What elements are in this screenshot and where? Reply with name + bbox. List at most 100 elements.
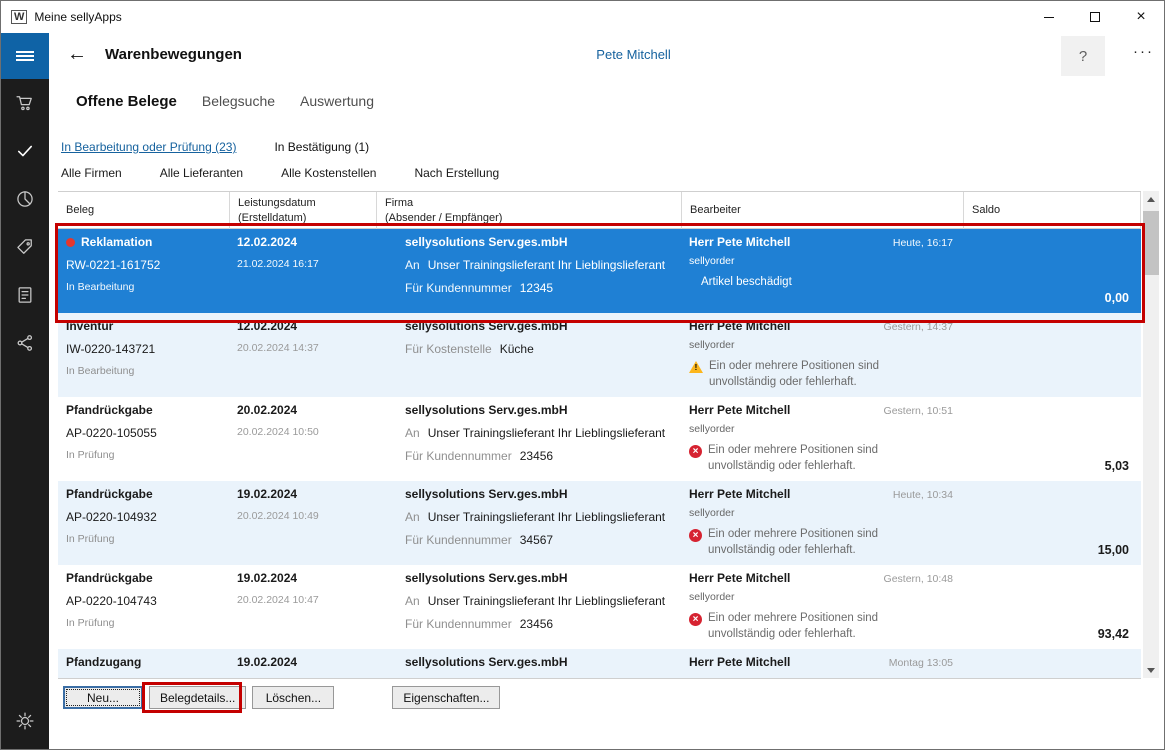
sidebar-item-cart[interactable] (1, 79, 49, 127)
filter-in-bearbeitung-oder-pruefung[interactable]: In Bearbeitung oder Prüfung (23) (61, 140, 236, 154)
service-date: 19.02.2024 (237, 487, 298, 501)
editor-source: sellyorder (689, 591, 735, 603)
company-line-2: An Unser Trainingslieferant Ihr Lieblings… (405, 594, 666, 608)
close-icon: × (1136, 8, 1146, 25)
note-status-icon (689, 529, 702, 542)
tab-belegsuche[interactable]: Belegsuche (202, 93, 275, 109)
filter-nach-erstellung[interactable]: Nach Erstellung (414, 166, 499, 180)
saldo-value: 0,00 (1104, 291, 1129, 305)
row-timestamp: Heute, 10:34 (892, 489, 953, 501)
company-line-3: Für Kundennummer 34567 (405, 533, 554, 547)
column-header-bearbeiter[interactable]: Bearbeiter (681, 192, 963, 230)
created-date: 20.02.2024 10:50 (237, 426, 319, 438)
created-date: 20.02.2024 10:49 (237, 510, 319, 522)
table-body: Reklamation RW-0221-161752 In Bearbeitun… (58, 229, 1141, 678)
column-header-beleg[interactable]: Beleg (58, 192, 229, 230)
created-date: 20.02.2024 10:47 (237, 594, 319, 606)
more-button[interactable]: ··· (1133, 43, 1154, 60)
table-row[interactable]: Inventur IW-0220-143721 In Bearbeitung 1… (58, 313, 1141, 397)
filter-in-bestaetigung[interactable]: In Bestätigung (1) (274, 140, 369, 154)
dropdown-filter-bar: Alle Firmen Alle Lieferanten Alle Kosten… (61, 166, 499, 180)
company-name: sellysolutions Serv.ges.mbH (405, 403, 568, 417)
user-name[interactable]: Pete Mitchell (596, 47, 670, 62)
company-name: sellysolutions Serv.ges.mbH (405, 655, 568, 669)
column-header-saldo[interactable]: Saldo (963, 192, 1141, 230)
column-header-sublabel: (Erstelldatum) (238, 211, 307, 224)
company-line-2: Für Kostenstelle Küche (405, 342, 534, 356)
menu-button[interactable] (1, 33, 49, 79)
company-line-2: An Unser Trainingslieferant Ihr Lieblings… (405, 510, 666, 524)
neu-button[interactable]: Neu... (63, 686, 143, 709)
column-header-leistungsdatum[interactable]: Leistungsdatum (Erstelldatum) (229, 192, 376, 230)
pie-chart-icon (17, 191, 33, 207)
company-name: sellysolutions Serv.ges.mbH (405, 235, 568, 249)
document-number: AP-0220-104743 (66, 594, 157, 608)
tab-auswertung[interactable]: Auswertung (300, 93, 374, 109)
saldo-value: 5,03 (1104, 459, 1129, 473)
sidebar-item-journal[interactable] (1, 271, 49, 319)
table-scrollbar[interactable] (1143, 191, 1159, 678)
company-line-3: Für Kundennummer 23456 (405, 617, 554, 631)
filter-alle-kostenstellen[interactable]: Alle Kostenstellen (281, 166, 376, 180)
titlebar: W Meine sellyApps × (1, 1, 1164, 33)
page-title: Warenbewegungen (105, 46, 242, 63)
table-row[interactable]: Reklamation RW-0221-161752 In Bearbeitun… (58, 229, 1141, 313)
sidebar-item-tag[interactable] (1, 223, 49, 271)
table-row[interactable]: Pfandrückgabe AP-0220-104932 In Prüfung … (58, 481, 1141, 565)
filter-alle-firmen[interactable]: Alle Firmen (61, 166, 122, 180)
sidebar-item-settings[interactable] (1, 697, 49, 745)
company-name: sellysolutions Serv.ges.mbH (405, 487, 568, 501)
minimize-button[interactable] (1026, 1, 1072, 33)
scrollbar-down-icon[interactable] (1143, 662, 1159, 678)
created-date: 21.02.2024 16:17 (237, 258, 319, 270)
service-date: 19.02.2024 (237, 571, 298, 585)
note-status-icon (689, 445, 702, 458)
minimize-icon (1044, 16, 1054, 18)
back-button[interactable]: ← (67, 43, 87, 66)
document-type: Reklamation (66, 235, 221, 249)
row-timestamp: Gestern, 10:51 (883, 405, 953, 417)
row-note: Ein oder mehrere Positionen sind unvolls… (689, 443, 955, 474)
filter-alle-lieferanten[interactable]: Alle Lieferanten (160, 166, 243, 180)
company-line-3 (405, 365, 673, 379)
document-status: In Bearbeitung (66, 365, 135, 377)
tab-bar: Offene Belege Belegsuche Auswertung (76, 93, 374, 110)
sidebar-item-chart[interactable] (1, 175, 49, 223)
service-date: 12.02.2024 (237, 235, 298, 249)
document-status: In Prüfung (66, 533, 115, 545)
sidebar-item-tasks[interactable] (1, 127, 49, 175)
document-number: AP-0220-104932 (66, 510, 157, 524)
maximize-button[interactable] (1072, 1, 1118, 33)
column-header-firma[interactable]: Firma (Absender / Empfänger) (376, 192, 681, 230)
sidebar-item-share[interactable] (1, 319, 49, 367)
document-number: AP-0220-105055 (66, 426, 157, 440)
sidebar (1, 33, 49, 749)
table-row[interactable]: Pfandrückgabe AP-0220-105055 In Prüfung … (58, 397, 1141, 481)
row-note: Ein oder mehrere Positionen sind unvolls… (689, 611, 955, 642)
document-type: Pfandrückgabe (66, 487, 153, 501)
app-logo-icon: W (11, 10, 28, 24)
window-title: Meine sellyApps (34, 10, 122, 24)
saldo-value: 15,00 (1097, 543, 1129, 557)
loeschen-button[interactable]: Löschen... (252, 686, 335, 709)
row-note: Artikel beschädigt (701, 276, 792, 288)
share-icon (17, 335, 33, 351)
column-header-label: Saldo (972, 204, 1001, 217)
help-button[interactable]: ? (1061, 36, 1105, 76)
eigenschaften-button[interactable]: Eigenschaften... (392, 686, 501, 709)
scrollbar-thumb[interactable] (1143, 211, 1159, 275)
belegdetails-button[interactable]: Belegdetails... (149, 686, 247, 709)
journal-icon (18, 287, 32, 303)
saldo-value: 93,42 (1097, 627, 1129, 641)
row-timestamp: Montag 13:05 (888, 657, 953, 669)
window-controls: × (1026, 1, 1164, 33)
service-date: 19.02.2024 (237, 655, 298, 669)
tab-offene-belege[interactable]: Offene Belege (76, 93, 177, 110)
close-button[interactable]: × (1118, 1, 1164, 33)
status-dot-icon (66, 238, 75, 248)
scrollbar-up-icon[interactable] (1143, 191, 1159, 207)
document-type: Inventur (66, 319, 114, 333)
table-row[interactable]: Pfandrückgabe AP-0220-104743 In Prüfung … (58, 565, 1141, 649)
checkmark-icon (17, 145, 33, 157)
table-row[interactable]: Pfandzugang 19.02.2024 sellysolutions Se… (58, 649, 1141, 678)
